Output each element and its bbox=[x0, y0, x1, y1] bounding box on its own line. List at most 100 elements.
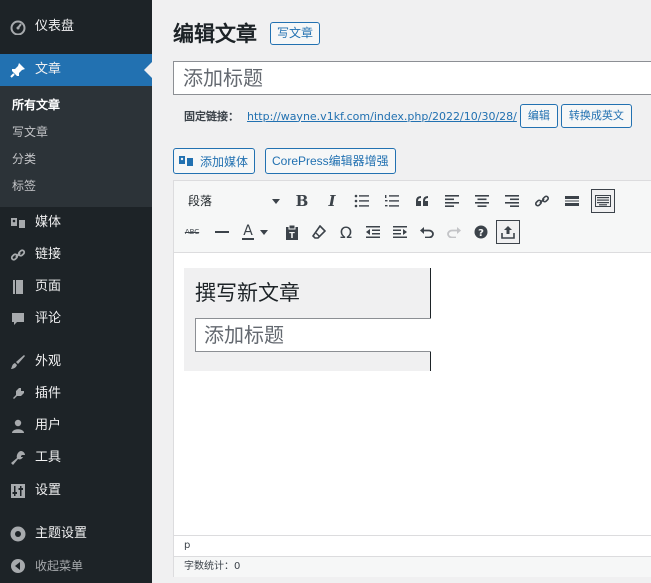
svg-text:?: ? bbox=[478, 228, 484, 239]
insert-link-button[interactable] bbox=[530, 189, 554, 213]
theme-settings-icon bbox=[10, 526, 26, 542]
sidebar-item-pages[interactable]: 页面 bbox=[0, 271, 152, 303]
upload-icon bbox=[501, 226, 515, 239]
embedded-heading: 撰写新文章 bbox=[195, 281, 300, 305]
read-more-button[interactable] bbox=[560, 189, 584, 213]
clear-formatting-button[interactable] bbox=[307, 220, 331, 244]
submenu-all-posts[interactable]: 所有文章 bbox=[12, 97, 60, 113]
sidebar-item-label: 用户 bbox=[35, 418, 62, 433]
undo-icon bbox=[420, 227, 434, 238]
sidebar-item-label: 工具 bbox=[35, 450, 62, 465]
text-color-icon: A bbox=[242, 223, 254, 240]
upload-button[interactable] bbox=[496, 220, 520, 244]
word-count-status: 字数统计：0 bbox=[174, 556, 651, 577]
bullet-list-icon bbox=[354, 194, 369, 208]
embedded-editor-preview: 撰写新文章 添加标题 bbox=[184, 268, 431, 371]
comment-icon bbox=[10, 311, 26, 327]
submenu-tags[interactable]: 标签 bbox=[12, 178, 36, 194]
post-title-input[interactable] bbox=[173, 61, 651, 95]
align-right-icon bbox=[505, 195, 519, 207]
add-media-label: 添加媒体 bbox=[200, 154, 249, 169]
horizontal-line-button[interactable] bbox=[210, 220, 234, 244]
indent-button[interactable] bbox=[388, 220, 412, 244]
chevron-down-icon bbox=[259, 229, 268, 235]
help-button[interactable]: ? bbox=[469, 220, 493, 244]
dashboard-icon bbox=[10, 19, 26, 35]
collapse-icon bbox=[10, 558, 26, 574]
sidebar-item-label: 页面 bbox=[35, 279, 62, 294]
paste-as-text-button[interactable]: T bbox=[280, 220, 304, 244]
bold-icon: B bbox=[295, 192, 309, 210]
sidebar-item-tools[interactable]: 工具 bbox=[0, 442, 152, 474]
permalink-url-link[interactable]: http://wayne.v1kf.com/index.php/2022/10/… bbox=[247, 110, 517, 123]
main-content: 编辑文章 写文章 固定链接： http://wayne.v1kf.com/ind… bbox=[152, 0, 651, 583]
embedded-title-input: 添加标题 bbox=[195, 318, 431, 352]
align-center-button[interactable] bbox=[470, 189, 494, 213]
sidebar-item-label: 仪表盘 bbox=[35, 19, 75, 34]
horizontal-line-icon bbox=[215, 231, 229, 233]
edit-permalink-button[interactable]: 编辑 bbox=[519, 104, 558, 128]
sidebar-item-dashboard[interactable]: 仪表盘 bbox=[0, 11, 152, 43]
posts-submenu: 所有文章 写文章 分类 标签 bbox=[0, 86, 152, 207]
redo-button[interactable] bbox=[442, 220, 466, 244]
sidebar-item-links[interactable]: 链接 bbox=[0, 239, 152, 271]
blockquote-button[interactable] bbox=[410, 189, 434, 213]
submenu-write-post[interactable]: 写文章 bbox=[12, 124, 48, 140]
bullet-list-button[interactable] bbox=[350, 189, 374, 213]
editor-content-area[interactable]: 撰写新文章 添加标题 bbox=[174, 253, 651, 534]
align-left-icon bbox=[445, 195, 459, 207]
sidebar-item-label: 媒体 bbox=[35, 215, 62, 230]
sidebar-item-comments[interactable]: 评论 bbox=[0, 303, 152, 335]
text-color-button[interactable]: A bbox=[236, 220, 274, 244]
sidebar-item-theme-settings[interactable]: 主题设置 bbox=[0, 518, 152, 550]
pin-icon bbox=[10, 62, 26, 78]
submenu-categories[interactable]: 分类 bbox=[12, 151, 36, 167]
strikethrough-icon: ABC bbox=[184, 228, 200, 236]
align-center-icon bbox=[475, 195, 489, 207]
redo-icon bbox=[447, 227, 461, 238]
link-icon bbox=[534, 195, 550, 207]
sidebar-item-posts[interactable]: 文章 bbox=[0, 54, 152, 86]
sidebar-item-plugins[interactable]: 插件 bbox=[0, 378, 152, 410]
format-select[interactable]: 段落 bbox=[179, 189, 287, 213]
collapse-menu-button[interactable]: 收起菜单 bbox=[0, 550, 152, 582]
numbered-list-button[interactable] bbox=[380, 189, 404, 213]
sidebar-item-label: 收起菜单 bbox=[35, 559, 84, 573]
outdent-button[interactable] bbox=[361, 220, 385, 244]
outdent-icon bbox=[366, 226, 380, 238]
italic-icon: I bbox=[328, 192, 336, 210]
sidebar-item-media[interactable]: 媒体 bbox=[0, 207, 152, 239]
bold-button[interactable]: B bbox=[290, 189, 314, 213]
settings-icon bbox=[10, 483, 26, 499]
italic-button[interactable]: I bbox=[320, 189, 344, 213]
sidebar-item-label: 评论 bbox=[35, 311, 62, 326]
media-icon bbox=[10, 215, 26, 231]
page-title: 编辑文章 bbox=[173, 22, 257, 46]
link-icon bbox=[10, 247, 26, 263]
sidebar-item-label: 设置 bbox=[35, 483, 62, 498]
add-media-button[interactable]: 添加媒体 bbox=[173, 148, 256, 174]
convert-english-button[interactable]: 转换成英文 bbox=[560, 104, 632, 128]
user-icon bbox=[10, 418, 26, 434]
keyboard-icon bbox=[595, 195, 611, 207]
admin-sidebar: 仪表盘 文章 所有文章 写文章 分类 标签 媒体 链接 页面 评论 外观 插件 … bbox=[0, 0, 152, 583]
sidebar-item-label: 文章 bbox=[35, 62, 62, 77]
corepress-enhance-button[interactable]: CorePress编辑器增强 bbox=[265, 148, 396, 174]
align-left-button[interactable] bbox=[440, 189, 464, 213]
sidebar-item-appearance[interactable]: 外观 bbox=[0, 346, 152, 378]
sidebar-item-users[interactable]: 用户 bbox=[0, 410, 152, 442]
add-new-post-button[interactable]: 写文章 bbox=[270, 22, 321, 45]
wrench-icon bbox=[10, 450, 26, 466]
align-right-button[interactable] bbox=[500, 189, 524, 213]
element-path-bar: p bbox=[174, 535, 651, 556]
strikethrough-button[interactable]: ABC bbox=[180, 220, 204, 244]
toolbar-toggle-button[interactable] bbox=[591, 189, 615, 213]
special-character-button[interactable]: Ω bbox=[334, 220, 358, 244]
sidebar-item-label: 插件 bbox=[35, 386, 62, 401]
sidebar-item-settings[interactable]: 设置 bbox=[0, 475, 152, 507]
sidebar-item-label: 主题设置 bbox=[35, 526, 88, 541]
undo-button[interactable] bbox=[415, 220, 439, 244]
help-icon: ? bbox=[474, 225, 488, 239]
numbered-list-icon bbox=[385, 195, 399, 207]
chevron-down-icon bbox=[272, 199, 280, 204]
